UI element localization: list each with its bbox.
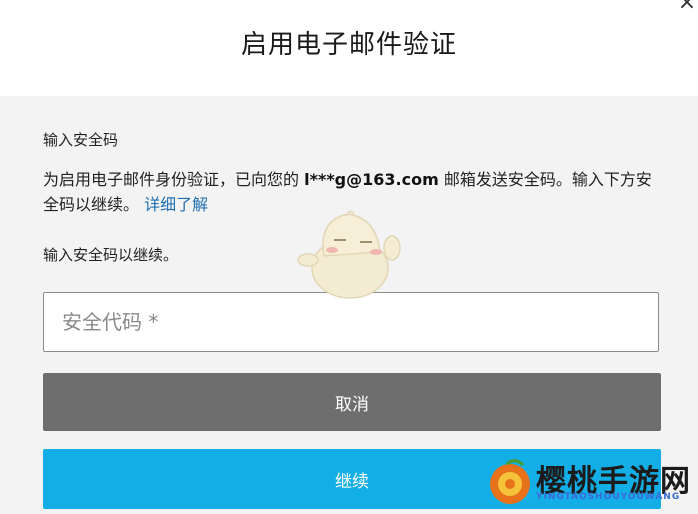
cancel-button[interactable]: 取消 (43, 373, 661, 431)
mascot-icon (297, 210, 401, 299)
masked-email: l***g@163.com (304, 170, 439, 189)
learn-more-link[interactable]: 详细了解 (144, 195, 208, 214)
dialog-header: 启用电子邮件验证 × (0, 0, 698, 96)
close-icon[interactable]: × (676, 0, 698, 14)
cherry-logo-icon (490, 459, 530, 504)
watermark-subtext: YINGTAOSHOUYOUWANG (536, 492, 681, 502)
enter-code-heading: 输入安全码 (43, 131, 119, 149)
dialog-body: 输入安全码 为启用电子邮件身份验证，已向您的 l***g@163.com 邮箱发… (0, 96, 698, 514)
continue-prompt: 输入安全码以继续。 (43, 246, 179, 264)
description-prefix: 为启用电子邮件身份验证，已向您的 (43, 170, 305, 189)
dialog-title: 启用电子邮件验证 (240, 30, 457, 60)
